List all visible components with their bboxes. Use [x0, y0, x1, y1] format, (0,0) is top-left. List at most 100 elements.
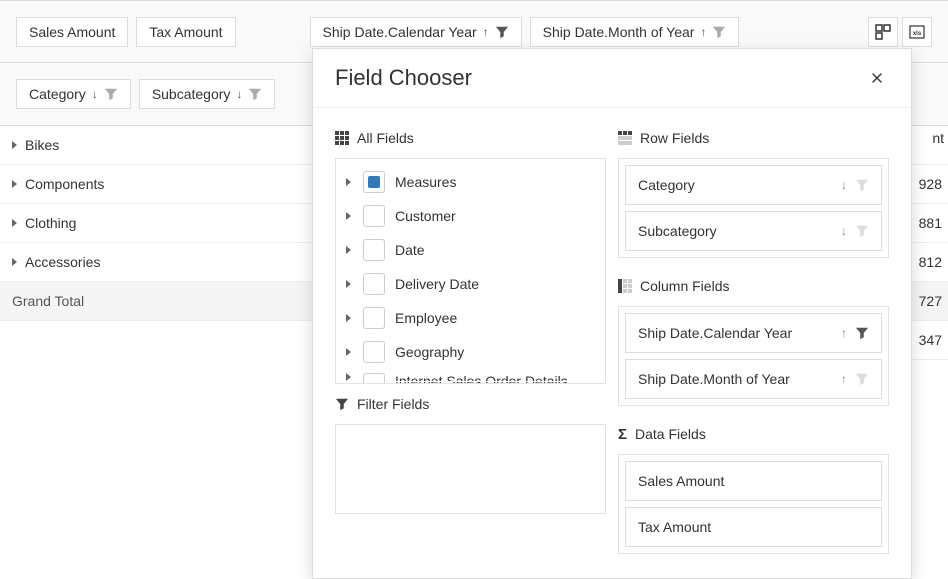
- row-label: Bikes: [25, 137, 59, 153]
- field-label: Subcategory: [152, 86, 231, 102]
- filter-icon[interactable]: [855, 224, 869, 238]
- checkbox[interactable]: [363, 341, 385, 363]
- tree-item-label: Customer: [395, 208, 456, 224]
- tree-item[interactable]: Measures: [336, 165, 605, 199]
- field-label: Tax Amount: [638, 519, 711, 535]
- column-field-chip[interactable]: Ship Date.Calendar Year ↑: [310, 17, 522, 47]
- tree-item-label: Delivery Date: [395, 276, 479, 292]
- filter-icon[interactable]: [495, 25, 509, 39]
- expand-icon[interactable]: [346, 178, 351, 186]
- column-field-chip[interactable]: Ship Date.Month of Year ↑: [530, 17, 740, 47]
- tree-item[interactable]: Date: [336, 233, 605, 267]
- expand-icon[interactable]: [12, 219, 17, 227]
- expand-icon[interactable]: [346, 280, 351, 288]
- expand-icon[interactable]: [12, 180, 17, 188]
- filter-icon[interactable]: [855, 372, 869, 386]
- section-header-all-fields: All Fields: [335, 126, 606, 150]
- filter-icon[interactable]: [712, 25, 726, 39]
- data-cell: 812: [908, 243, 948, 282]
- tree-item[interactable]: Employee: [336, 301, 605, 335]
- sort-asc-icon: ↑: [483, 25, 489, 39]
- field-label: Ship Date.Calendar Year: [323, 24, 477, 40]
- filter-icon[interactable]: [104, 87, 118, 101]
- area-field-chip[interactable]: Ship Date.Month of Year ↑: [625, 359, 882, 399]
- tree-item-label: Date: [395, 242, 425, 258]
- tree-item[interactable]: Internet Sales Order Details: [336, 369, 605, 384]
- filter-icon[interactable]: [855, 326, 869, 340]
- close-button[interactable]: [865, 66, 889, 90]
- checkbox[interactable]: [363, 273, 385, 295]
- field-label: Tax Amount: [149, 24, 222, 40]
- filter-icon[interactable]: [248, 87, 262, 101]
- sort-asc-icon[interactable]: ↑: [841, 372, 847, 386]
- row-label: Clothing: [25, 215, 76, 231]
- checkbox[interactable]: [363, 239, 385, 261]
- sigma-icon: Σ: [618, 426, 627, 443]
- data-cell: 347: [908, 321, 948, 360]
- data-cell: 727: [908, 282, 948, 321]
- field-label: Category: [29, 86, 86, 102]
- data-cell: 928: [908, 165, 948, 204]
- area-field-chip[interactable]: Tax Amount: [625, 507, 882, 547]
- section-header-column-fields: Column Fields: [618, 274, 889, 298]
- sort-desc-icon: ↓: [236, 87, 242, 101]
- row-fields-area[interactable]: Category ↓ Subcategory ↓: [618, 158, 889, 258]
- tree-item[interactable]: Customer: [336, 199, 605, 233]
- tree-item-label: Measures: [395, 174, 456, 190]
- tree-item[interactable]: Delivery Date: [336, 267, 605, 301]
- field-label: Ship Date.Month of Year: [543, 24, 695, 40]
- sort-desc-icon[interactable]: ↓: [841, 178, 847, 192]
- checkbox[interactable]: [363, 307, 385, 329]
- expand-icon[interactable]: [346, 373, 351, 381]
- field-label: Subcategory: [638, 223, 717, 239]
- expand-icon[interactable]: [12, 141, 17, 149]
- data-fields-area[interactable]: Sales Amount Tax Amount: [618, 454, 889, 554]
- grid-icon: [335, 131, 349, 145]
- tree-item[interactable]: Geography: [336, 335, 605, 369]
- tree-item-label: Geography: [395, 344, 464, 360]
- field-label: Ship Date.Calendar Year: [638, 325, 792, 341]
- area-field-chip[interactable]: Category ↓: [625, 165, 882, 205]
- column-header-fragment: nt: [932, 130, 944, 146]
- tree-item-label: Internet Sales Order Details: [395, 373, 568, 384]
- row-label: Components: [25, 176, 104, 192]
- svg-text:xls: xls: [913, 31, 922, 37]
- expand-icon[interactable]: [346, 314, 351, 322]
- filter-fields-area[interactable]: [335, 424, 606, 514]
- sort-desc-icon[interactable]: ↓: [841, 224, 847, 238]
- data-cell: 881: [908, 204, 948, 243]
- column-fields-area[interactable]: Ship Date.Calendar Year ↑ Ship Date.Mont…: [618, 306, 889, 406]
- expand-icon[interactable]: [12, 258, 17, 266]
- columns-icon: [618, 279, 632, 293]
- field-chooser-button[interactable]: [868, 17, 898, 47]
- row-field-chip[interactable]: Subcategory ↓: [139, 79, 276, 109]
- section-header-data-fields: Σ Data Fields: [618, 422, 889, 446]
- sort-desc-icon: ↓: [92, 87, 98, 101]
- area-field-chip[interactable]: Sales Amount: [625, 461, 882, 501]
- row-label: Accessories: [25, 254, 100, 270]
- area-field-chip[interactable]: Subcategory ↓: [625, 211, 882, 251]
- expand-icon[interactable]: [346, 212, 351, 220]
- sort-asc-icon[interactable]: ↑: [841, 326, 847, 340]
- data-field-chip[interactable]: Sales Amount: [16, 17, 128, 47]
- checkbox[interactable]: [363, 205, 385, 227]
- field-chooser-popup: Field Chooser All Fields: [312, 48, 912, 579]
- row-field-chip[interactable]: Category ↓: [16, 79, 131, 109]
- checkbox[interactable]: [363, 171, 385, 193]
- tree-item-label: Employee: [395, 310, 457, 326]
- field-label: Sales Amount: [638, 473, 724, 489]
- field-label: Category: [638, 177, 695, 193]
- checkbox[interactable]: [363, 373, 385, 384]
- filter-icon[interactable]: [855, 178, 869, 192]
- all-fields-tree[interactable]: Measures Customer Date: [335, 158, 606, 384]
- section-header-filter-fields: Filter Fields: [335, 392, 606, 416]
- area-field-chip[interactable]: Ship Date.Calendar Year ↑: [625, 313, 882, 353]
- export-xls-button[interactable]: xls: [902, 17, 932, 47]
- sort-asc-icon: ↑: [700, 25, 706, 39]
- expand-icon[interactable]: [346, 348, 351, 356]
- filter-icon: [335, 397, 349, 411]
- field-label: Ship Date.Month of Year: [638, 371, 790, 387]
- data-field-chip[interactable]: Tax Amount: [136, 17, 235, 47]
- expand-icon[interactable]: [346, 246, 351, 254]
- rows-icon: [618, 131, 632, 145]
